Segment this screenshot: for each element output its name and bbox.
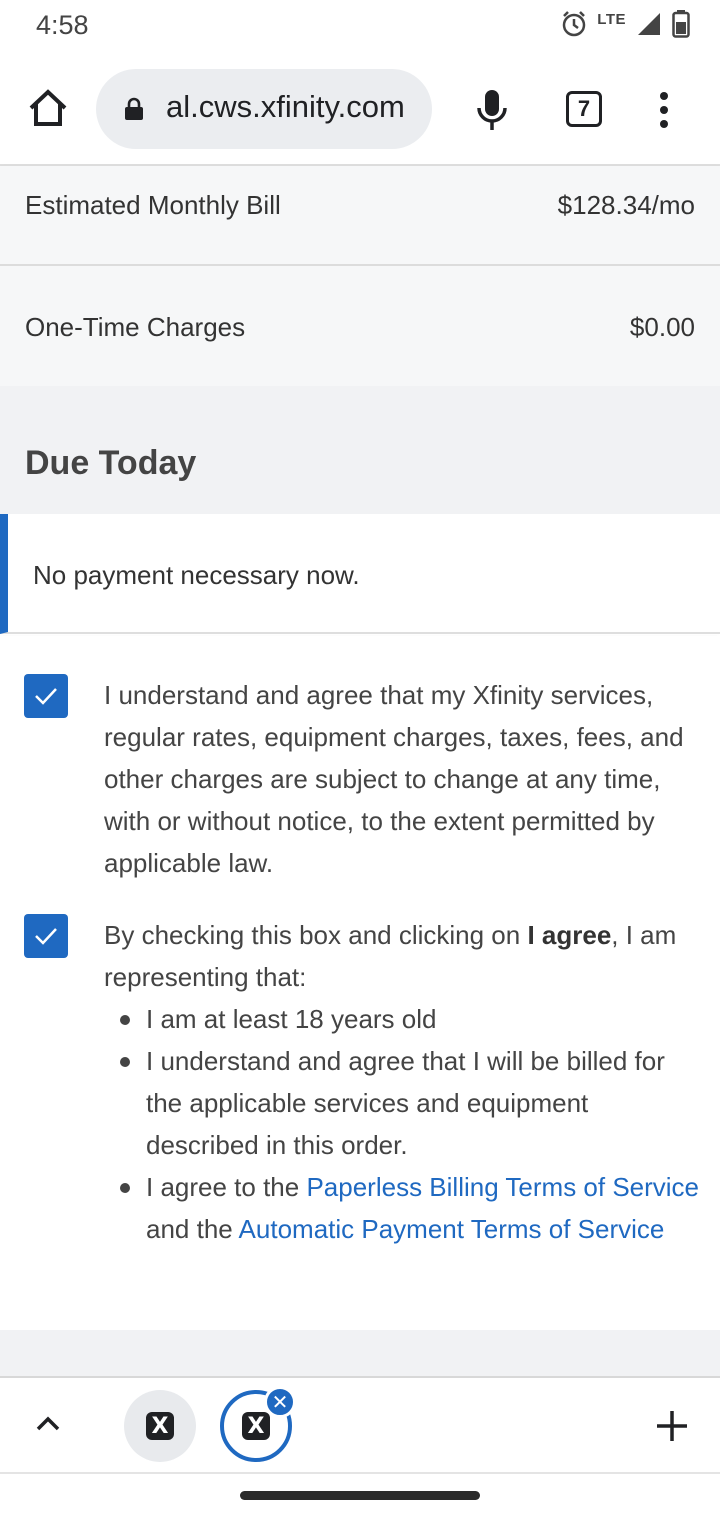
order-agreement-text: By checking this box and clicking on I a… <box>104 914 704 1250</box>
payment-notice-text: No payment necessary now. <box>33 560 360 590</box>
home-icon[interactable] <box>26 86 70 130</box>
bullet-terms-prefix: I agree to the <box>146 1172 307 1202</box>
monthly-bill-value: $128.34/mo <box>557 190 695 220</box>
status-icons: LTE <box>561 10 690 38</box>
bullet-billing: I understand and agree that I will be bi… <box>146 1046 665 1160</box>
monthly-bill-label: Estimated Monthly Bill <box>25 190 281 220</box>
paperless-billing-terms-link[interactable]: Paperless Billing Terms of Service <box>306 1172 699 1202</box>
network-type: LTE <box>597 10 626 28</box>
list-item: I agree to the Paperless Billing Terms o… <box>104 1166 704 1250</box>
tab-switcher-button[interactable]: 7 <box>566 91 602 127</box>
one-time-charges-label: One-Time Charges <box>25 312 246 342</box>
agreement-section: I understand and agree that my Xfinity s… <box>0 636 720 1330</box>
page-background <box>0 1330 720 1376</box>
lock-icon <box>125 97 143 120</box>
due-today-section: Due Today <box>0 386 720 514</box>
list-item: I am at least 18 years old <box>104 998 704 1040</box>
url-text: al.cws.xfinity.com <box>166 89 405 124</box>
agreement-prefix: By checking this box and clicking on <box>104 920 528 950</box>
signal-icon <box>638 13 660 35</box>
address-bar[interactable]: al.cws.xfinity.com <box>96 69 432 149</box>
list-item: I understand and agree that I will be bi… <box>104 1040 704 1166</box>
monthly-bill-row: Estimated Monthly Bill $128.34/mo <box>0 190 720 221</box>
payment-notice: No payment necessary now. <box>0 514 720 634</box>
bullet-terms-middle: and the <box>146 1214 239 1244</box>
bill-summary-card: Estimated Monthly Bill $128.34/mo One-Ti… <box>0 166 720 386</box>
status-bar: 4:58 LTE <box>0 0 720 54</box>
due-today-title: Due Today <box>25 444 197 482</box>
check-icon <box>35 688 57 705</box>
status-time: 4:58 <box>36 10 89 40</box>
one-time-charges-row: One-Time Charges $0.00 <box>0 312 720 343</box>
more-options-icon[interactable] <box>652 90 676 130</box>
alarm-icon <box>563 11 586 37</box>
bottom-tab-strip: X X ✕ <box>0 1376 720 1474</box>
browser-toolbar: al.cws.xfinity.com 7 <box>0 54 720 166</box>
chevron-up-icon[interactable] <box>36 1414 60 1434</box>
close-tab-icon[interactable]: ✕ <box>264 1386 296 1418</box>
terms-change-text: I understand and agree that my Xfinity s… <box>104 680 684 878</box>
xfinity-favicon-icon: X <box>146 1412 174 1440</box>
one-time-charges-value: $0.00 <box>629 312 695 342</box>
automatic-payment-terms-link[interactable]: Automatic Payment Terms of Service <box>239 1214 665 1244</box>
new-tab-icon[interactable] <box>654 1408 690 1444</box>
bullet-age: I am at least 18 years old <box>146 1004 437 1034</box>
representation-list: I am at least 18 years old I understand … <box>104 998 704 1250</box>
order-agreement-checkbox[interactable] <box>24 914 68 958</box>
battery-icon <box>672 10 690 38</box>
gesture-navigation-bar[interactable] <box>240 1491 480 1500</box>
terms-change-checkbox[interactable] <box>24 674 68 718</box>
summary-divider <box>0 264 720 266</box>
agreement-bold: I agree <box>527 920 612 950</box>
tab-thumbnail[interactable]: X <box>124 1390 196 1462</box>
check-icon <box>35 928 57 945</box>
microphone-icon[interactable] <box>472 86 512 134</box>
xfinity-favicon-icon: X <box>242 1412 270 1440</box>
